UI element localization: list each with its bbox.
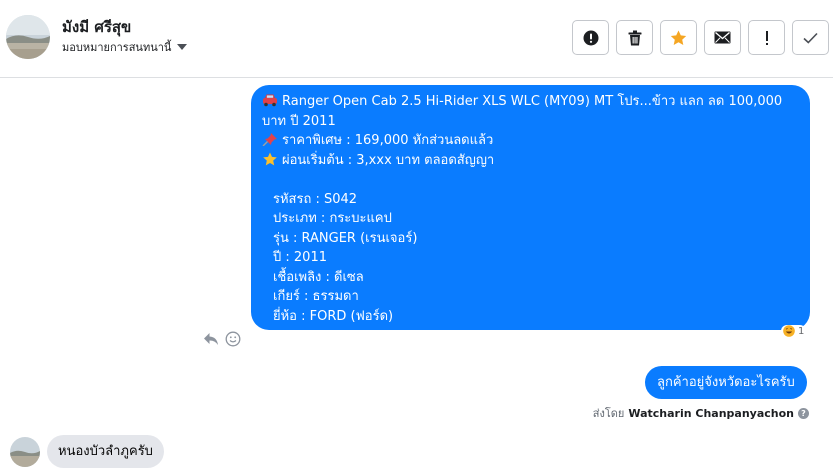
checkmark-icon <box>803 32 818 44</box>
reaction-badge[interactable]: 1 <box>781 325 807 337</box>
listing-detail-model: รุ่น : RANGER (เรนเจอร์) <box>273 230 418 246</box>
red-car-emoji-icon <box>263 94 277 107</box>
listing-detail-type: ประเภท : กระบะแคป <box>273 211 392 226</box>
caret-down-icon <box>177 44 188 50</box>
alert-circle-icon <box>583 30 598 45</box>
mark-spam-button[interactable] <box>572 20 609 55</box>
assign-label: มอบหมายการสนทนานี้ <box>62 41 172 54</box>
contact-avatar-small[interactable] <box>10 437 40 467</box>
envelope-icon <box>714 31 731 44</box>
help-icon[interactable]: ? <box>798 407 809 419</box>
sent-by-info: ส่งโดย Watcharin Chanpanyachon ? <box>593 404 809 422</box>
contact-name: มังมี ศรีสุข <box>62 18 132 36</box>
star-emoji-icon <box>263 152 277 165</box>
conversation-actions <box>572 20 829 55</box>
incoming-reply-bubble[interactable]: หนองบัวลำภูครับ <box>47 435 164 468</box>
listing-installment: ผ่อนเริ่มต้น : 3,xxx บาท ตลอดสัญญา <box>282 152 495 168</box>
haha-reaction-icon <box>783 325 795 337</box>
sender-name: Watcharin Chanpanyachon <box>628 406 794 420</box>
listing-detail-fuel: เชื้อเพลิง : ดีเซล <box>273 269 364 285</box>
mark-important-button[interactable] <box>748 20 785 55</box>
listing-installment-line: ผ่อนเริ่มต้น : 3,xxx บาท ตลอดสัญญา <box>262 151 799 171</box>
delete-button[interactable] <box>616 20 653 55</box>
listing-title: Ranger Open Cab 2.5 Hi-Rider XLS WLC (MY… <box>282 94 783 109</box>
reaction-count: 1 <box>798 325 805 337</box>
listing-message-bubble[interactable]: Ranger Open Cab 2.5 Hi-Rider XLS WLC (MY… <box>251 85 810 330</box>
star-icon <box>670 30 687 45</box>
message-hover-actions <box>203 331 241 347</box>
listing-price-line: ราคาพิเศษ : 169,000 หักส่วนลดแล้ว <box>262 131 799 151</box>
outgoing-question-bubble[interactable]: ลูกค้าอยู่จังหวัดอะไรครับ <box>645 366 807 399</box>
sent-by-label: ส่งโดย <box>592 407 625 420</box>
mark-done-button[interactable] <box>792 20 829 55</box>
listing-detail-brand: ยี่ห้อ : FORD (ฟอร์ด) <box>273 308 394 324</box>
exclamation-icon <box>765 30 768 45</box>
assign-conversation-dropdown[interactable]: มอบหมายการสนทนานี้ <box>62 38 188 56</box>
listing-detail-gear: เกียร์ : ธรรมดา <box>273 289 359 304</box>
listing-price: ราคาพิเศษ : 169,000 หักส่วนลดแล้ว <box>282 133 494 148</box>
listing-title-line: Ranger Open Cab 2.5 Hi-Rider XLS WLC (MY… <box>262 92 799 112</box>
listing-title-cont: บาท ปี 2011 <box>262 113 336 129</box>
listing-detail-code: รหัสรถ : S042 <box>273 191 358 207</box>
reply-icon[interactable] <box>203 332 219 346</box>
contact-avatar[interactable] <box>6 15 50 59</box>
star-button[interactable] <box>660 20 697 55</box>
react-smiley-icon[interactable] <box>225 331 241 347</box>
conversation-header: มังมี ศรีสุข มอบหมายการสนทนานี้ <box>0 0 833 78</box>
trash-icon <box>628 30 641 45</box>
pushpin-emoji-icon <box>262 133 277 146</box>
listing-detail-year: ปี : 2011 <box>273 250 327 265</box>
mark-unread-button[interactable] <box>704 20 741 55</box>
